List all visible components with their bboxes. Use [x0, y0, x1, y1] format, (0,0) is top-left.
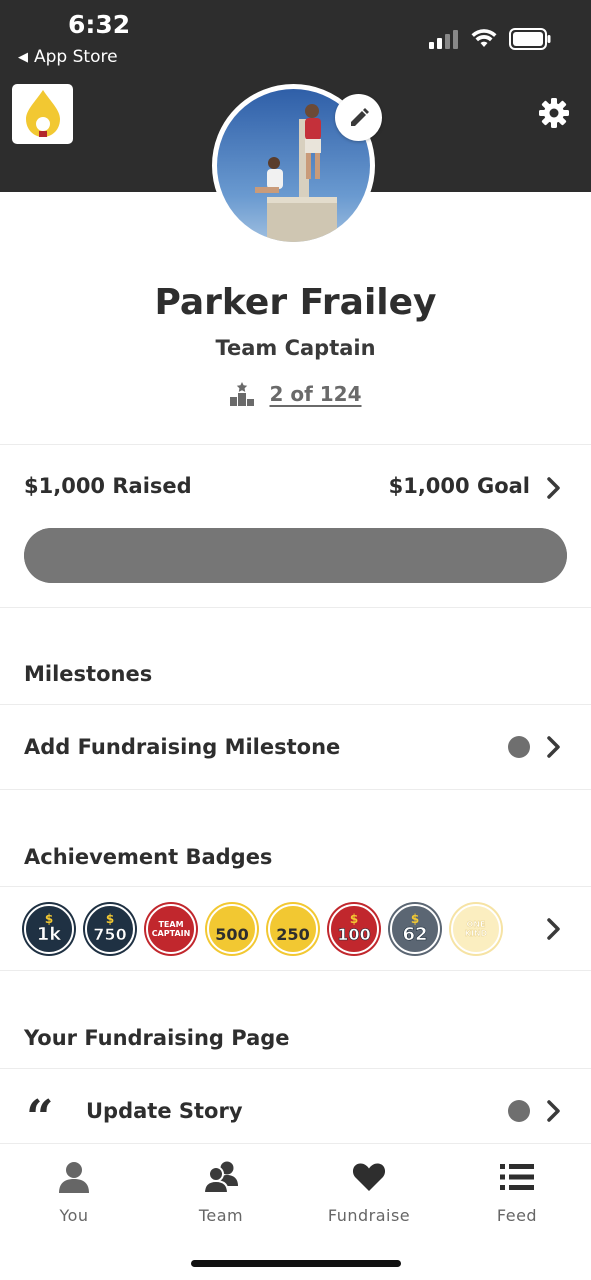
update-story-label: Update Story: [86, 1099, 243, 1123]
divider: [0, 444, 591, 445]
add-milestone-label: Add Fundraising Milestone: [24, 735, 341, 759]
badge-label: TEAM CAPTAIN: [151, 920, 191, 938]
badge-dollar-sign: $: [349, 912, 359, 926]
progress-fill: [24, 528, 567, 583]
achievement-badge[interactable]: $1k: [24, 904, 74, 954]
achievement-badge[interactable]: $62: [390, 904, 440, 954]
list-icon: [500, 1164, 534, 1190]
tab-label: Fundraise: [327, 1206, 411, 1225]
tab-feed[interactable]: Feed: [457, 1158, 577, 1225]
badge-dollar-sign: $: [105, 912, 115, 926]
pencil-icon: [350, 107, 369, 126]
milestones-title: Milestones: [24, 662, 153, 686]
badge-dollar-sign: $: [288, 912, 298, 926]
chevron-right-icon[interactable]: [546, 477, 562, 499]
chevron-right-icon: [547, 736, 560, 758]
badge-label: 500: [215, 925, 249, 944]
profile-avatar-wrap: [212, 84, 382, 247]
gear-icon[interactable]: [537, 96, 571, 130]
tab-fundraise[interactable]: Fundraise: [309, 1158, 429, 1225]
badges-title: Achievement Badges: [24, 845, 273, 869]
back-label: App Store: [34, 47, 118, 67]
badge-dollar-sign: $: [227, 912, 237, 926]
back-to-app-store[interactable]: ◀ App Store: [18, 47, 118, 67]
achievement-badge[interactable]: $250: [268, 904, 318, 954]
team-icon: [203, 1161, 238, 1194]
profile-role: Team Captain: [215, 336, 376, 360]
profile-name: Parker Frailey: [154, 282, 437, 323]
tab-label: You: [59, 1206, 89, 1225]
badge-label: ONE KIND: [464, 920, 488, 938]
achievement-badge[interactable]: TEAM CAPTAIN: [146, 904, 196, 954]
status-dot: [508, 736, 530, 758]
tab-you[interactable]: You: [14, 1158, 134, 1225]
tab-team[interactable]: Team: [161, 1158, 281, 1225]
signal-icon: [429, 30, 458, 49]
add-milestone-row[interactable]: Add Fundraising Milestone: [0, 705, 591, 789]
divider: [0, 970, 591, 971]
status-dot: [508, 1100, 530, 1122]
quote-icon: “: [26, 1090, 54, 1146]
home-indicator: [191, 1260, 401, 1267]
flame-logo-icon: [25, 90, 60, 137]
divider: [0, 607, 591, 608]
status-icons: [429, 28, 551, 50]
heart-icon: [352, 1163, 386, 1191]
update-story-row[interactable]: Update Story: [0, 1069, 591, 1143]
badge-label: 250: [276, 925, 310, 944]
back-arrow-icon: ◀: [18, 49, 28, 65]
achievement-badge[interactable]: $750: [85, 904, 135, 954]
person-icon: [59, 1162, 89, 1193]
tab-label: Team: [198, 1206, 244, 1225]
podium-icon: [230, 382, 255, 406]
edit-avatar-button[interactable]: [335, 94, 382, 141]
wifi-icon: [471, 29, 497, 47]
rank-link[interactable]: 2 of 124: [269, 382, 361, 406]
tab-label: Feed: [496, 1206, 538, 1225]
divider: [0, 789, 591, 790]
goal-amount[interactable]: $1,000 Goal: [389, 474, 530, 498]
divider: [0, 886, 591, 887]
badge-label: 100: [337, 925, 371, 945]
badge-label: 1k: [36, 924, 62, 945]
raised-amount: $1,000 Raised: [24, 474, 192, 498]
battery-icon: [509, 28, 551, 50]
app-logo[interactable]: [12, 84, 73, 144]
badge-list[interactable]: $1k $750 TEAM CAPTAIN $500 $250 $100 $62 ONE KI…: [24, 904, 501, 954]
fundraising-page-title: Your Fundraising Page: [24, 1026, 290, 1050]
status-time: 6:32: [68, 10, 131, 39]
chevron-right-icon: [547, 1100, 560, 1122]
achievement-badge[interactable]: $500: [207, 904, 257, 954]
badge-label: 750: [93, 925, 127, 945]
rank-row[interactable]: 2 of 124: [0, 381, 591, 407]
achievement-badge[interactable]: ONE KIND: [451, 904, 501, 954]
achievement-badge[interactable]: $100: [329, 904, 379, 954]
chevron-right-icon[interactable]: [546, 918, 562, 940]
fundraising-progress-bar: [24, 528, 567, 583]
badge-label: 62: [402, 924, 428, 945]
